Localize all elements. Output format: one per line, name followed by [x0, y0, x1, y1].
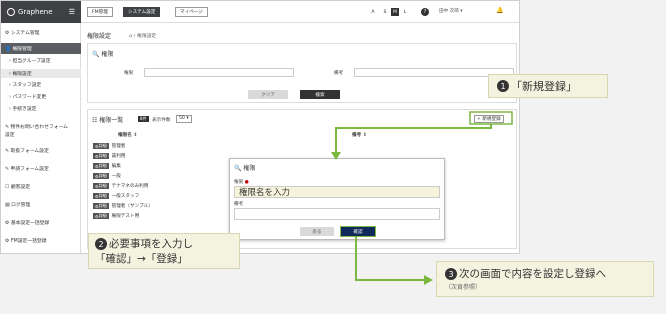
sidebar-item-customers[interactable]: ☐ 顧客設定	[5, 183, 30, 190]
app-window: Graphene ☰ FM管理 システム設定 マイページ A S M L ? 田…	[0, 0, 520, 254]
clear-button[interactable]: クリア	[248, 90, 288, 99]
per-page-select[interactable]: 50 ▾	[176, 115, 192, 123]
sidebar-item-system[interactable]: ⚙ システム管理	[5, 29, 39, 36]
search-name-label: 権限	[124, 71, 134, 76]
list-title: ☷ 権限一覧	[92, 117, 124, 124]
table-row: ⚙ 詳細 一般スタッフ	[93, 193, 140, 199]
edit-button[interactable]: ⚙ 詳細	[93, 173, 109, 179]
back-button[interactable]: 戻る	[300, 227, 334, 236]
fm-admin-button[interactable]: FM管理	[87, 7, 113, 17]
table-row: ⚙ 詳細 管理者	[93, 143, 126, 149]
step-2-marker: 2	[95, 238, 107, 250]
mypage-button[interactable]: マイページ	[175, 7, 208, 17]
callout-new-register: 1 「新規登録」	[488, 74, 608, 98]
search-panel: 🔍 権限 権限 備考 クリア 検索	[87, 43, 517, 103]
table-row: ⚙ 詳細 権限テスト用	[93, 213, 140, 219]
breadcrumb: ⌂ › 権限設定	[129, 34, 157, 39]
edit-button[interactable]: ⚙ 詳細	[93, 213, 109, 219]
brand[interactable]: Graphene ☰	[1, 1, 81, 23]
callout-input-confirm: 2 必要事項を入力し 「確認」→「登録」	[88, 233, 240, 269]
step-3-marker: 3	[445, 268, 457, 280]
per-page-label: 表示件数	[152, 118, 171, 123]
text-size-l[interactable]: L	[401, 8, 409, 16]
edit-button[interactable]: ⚙ 詳細	[93, 193, 109, 199]
sidebar-item-fm-bulk[interactable]: ⚙ FM設定一括登録	[5, 237, 47, 244]
table-row: ⚙ 詳細 テナマネのみ利用	[93, 183, 149, 189]
new-register-button[interactable]: + 新規登録	[474, 115, 504, 123]
table-row: ⚙ 詳細 編集	[93, 163, 121, 169]
arrow-to-next-head	[424, 275, 433, 285]
sidebar-item-groups[interactable]: › 担当グループ設定	[9, 57, 51, 64]
sidebar-item-application-form[interactable]: ✎ 申請フォーム設定	[5, 165, 49, 172]
text-size-a: A	[371, 9, 375, 15]
text-size-s[interactable]: S	[381, 8, 389, 16]
modal-note-input[interactable]	[234, 208, 440, 220]
sidebar-item-logs[interactable]: ▤ ログ管理	[5, 201, 30, 208]
edit-button[interactable]: ⚙ 詳細	[93, 143, 109, 149]
modal-note-label: 備考	[234, 202, 244, 207]
edit-button[interactable]: ⚙ 詳細	[93, 203, 109, 209]
col-header-name[interactable]: 権限名 ⇕	[118, 132, 137, 138]
search-button[interactable]: 検索	[300, 90, 340, 99]
help-icon[interactable]: ?	[421, 8, 429, 16]
text-size-m[interactable]: M	[391, 8, 399, 16]
top-bar: Graphene ☰ FM管理 システム設定 マイページ A S M L ? 田…	[1, 1, 519, 23]
edit-button[interactable]: ⚙ 詳細	[93, 163, 109, 169]
sidebar-item-basic-bulk[interactable]: ⚙ 基本設定一括登録	[5, 219, 49, 226]
sidebar: ⚙ システム管理 👤 権限管理 › 担当グループ設定 › 権限設定 › スタッフ…	[1, 23, 81, 253]
search-panel-title: 🔍 権限	[92, 51, 114, 58]
user-menu[interactable]: 田中 次郎 ▾	[439, 8, 463, 14]
sidebar-item-inquiry-form-sub: 設定	[5, 133, 15, 138]
system-settings-button[interactable]: システム設定	[123, 7, 161, 17]
step-1-marker: 1	[497, 80, 509, 92]
modal-name-input[interactable]: 権限名を入力	[234, 186, 440, 198]
menu-icon[interactable]: ☰	[69, 8, 75, 16]
table-row: ⚙ 詳細 一般	[93, 173, 121, 179]
bell-icon[interactable]: 🔔	[496, 7, 503, 14]
table-row: ⚙ 詳細 管理者（サンプル）	[93, 203, 153, 209]
sidebar-item-handling-form[interactable]: ✎ 取扱フォーム設定	[5, 147, 49, 154]
callout-next-screen: 3 次の画面で内容を設定し登録へ （次頁参照）	[436, 261, 654, 297]
search-note-label: 備考	[334, 71, 344, 76]
sidebar-item-procedures[interactable]: › 手続き設定	[9, 105, 36, 112]
sidebar-item-password[interactable]: › パスワード変更	[9, 93, 46, 100]
col-header-note[interactable]: 備考 ⇕	[352, 132, 367, 138]
sidebar-item-inquiry-form[interactable]: ✎ 物件お問い合わせフォーム	[5, 123, 68, 130]
sidebar-item-permissions[interactable]: 👤 権限管理	[1, 43, 81, 54]
modal-name-label: 権限 ●	[234, 180, 249, 185]
sidebar-item-permission-settings[interactable]: › 権限設定	[1, 69, 81, 78]
brand-name: Graphene	[18, 8, 53, 16]
modal-title: 🔍 権限	[234, 165, 256, 172]
table-row: ⚙ 詳細 賃利用	[93, 153, 126, 159]
edit-button[interactable]: ⚙ 詳細	[93, 153, 109, 159]
graphene-logo-icon	[7, 8, 15, 16]
page-title: 権限設定	[87, 33, 112, 40]
permission-modal: 🔍 権限 権限 ● 権限名を入力 備考 戻る 確認	[229, 158, 445, 240]
edit-button[interactable]: ⚙ 詳細	[93, 183, 109, 189]
count-badge: 8件	[138, 116, 149, 122]
search-name-input[interactable]	[144, 68, 294, 77]
sidebar-item-staff[interactable]: › スタッフ設定	[9, 81, 41, 88]
confirm-button[interactable]: 確認	[340, 226, 376, 237]
